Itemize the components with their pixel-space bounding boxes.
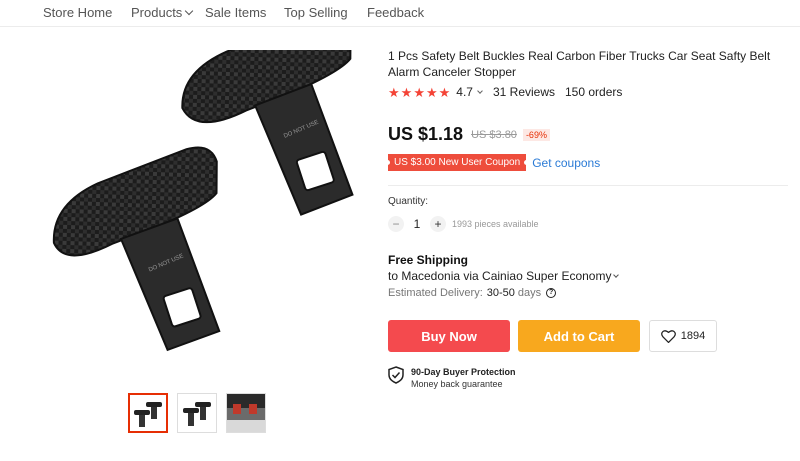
shield-icon [388, 366, 404, 384]
rating-value[interactable]: 4.7 [456, 85, 473, 99]
back-buckle: DO NOT USE [181, 12, 354, 216]
store-nav: Store Home Products Sale Items Top Selli… [0, 0, 800, 27]
thumbnail-2[interactable] [177, 393, 217, 433]
star-icon: ★ [413, 84, 425, 100]
nav-feedback[interactable]: Feedback [367, 5, 424, 20]
divider [388, 185, 788, 186]
price-row: US $1.18 US $3.80 -69% [388, 124, 550, 145]
chevron-down-icon[interactable] [477, 87, 483, 94]
delivery-unit: days [517, 287, 542, 299]
quantity-label: Quantity: [388, 196, 429, 207]
nav-products[interactable]: Products [131, 5, 194, 20]
star-icon: ★ [425, 84, 438, 100]
star-icon: ★ [400, 84, 413, 100]
buy-now-button[interactable]: Buy Now [388, 320, 510, 352]
delivery-label: Estimated Delivery: [388, 287, 483, 299]
quantity-input[interactable]: 1 [404, 217, 430, 231]
delivery-days: 30-50 [486, 287, 515, 299]
shipping-destination-label: to Macedonia via Cainiao Super Economy [388, 269, 612, 283]
new-user-coupon[interactable]: US $3.00 New User Coupon [384, 154, 530, 171]
nav-store-home[interactable]: Store Home [43, 5, 112, 20]
add-to-cart-button[interactable]: Add to Cart [518, 320, 640, 352]
chevron-down-icon [185, 6, 194, 16]
heart-icon [660, 329, 676, 343]
discount-badge: -69% [522, 128, 550, 141]
thumbnail-1[interactable] [128, 393, 168, 433]
nav-top-selling[interactable]: Top Selling [284, 5, 348, 20]
coupon-row: US $3.00 New User Coupon Get coupons [384, 154, 600, 171]
nav-products-label: Products [131, 5, 183, 20]
estimated-delivery: Estimated Delivery: 30-50 days ? [388, 287, 557, 299]
quantity-increase-button[interactable]: + [430, 216, 446, 232]
product-title: 1 Pcs Safety Belt Buckles Real Carbon Fi… [388, 49, 771, 79]
original-price: US $3.80 [471, 128, 517, 141]
wishlist-button[interactable]: 1894 [649, 320, 717, 352]
shipping-title: Free Shipping [388, 253, 469, 267]
product-main-image[interactable]: DO NOT USE DO NOT USE [30, 12, 360, 360]
thumbnail-3[interactable] [226, 393, 266, 433]
get-coupons-link[interactable]: Get coupons [532, 156, 600, 170]
orders-count: 150 orders [565, 85, 623, 99]
quantity-stepper: − 1 + 1993 pieces available [388, 216, 539, 232]
current-price: US $1.18 [388, 124, 464, 144]
buyer-protection-text: 90-Day Buyer Protection Money back guara… [411, 366, 516, 390]
star-icon: ★ [388, 84, 400, 100]
help-icon[interactable]: ? [546, 288, 557, 298]
wishlist-count: 1894 [680, 330, 706, 342]
shipping-destination[interactable]: to Macedonia via Cainiao Super Economy [388, 269, 620, 283]
buyer-protection: 90-Day Buyer Protection Money back guara… [388, 366, 516, 390]
pieces-available: 1993 pieces available [452, 219, 539, 229]
rating-row: ★ ★ ★ ★ ★ 4.7 31 Reviews 150 orders [388, 84, 622, 100]
front-buckle: DO NOT USE [52, 146, 221, 352]
quantity-decrease-button[interactable]: − [388, 216, 404, 232]
protection-subtitle: Money back guarantee [411, 379, 503, 389]
reviews-link[interactable]: 31 Reviews [493, 85, 555, 99]
chevron-down-icon [613, 272, 620, 278]
rating-stars: ★ ★ ★ ★ ★ [388, 86, 450, 99]
nav-sale-items[interactable]: Sale Items [205, 5, 266, 20]
star-icon: ★ [438, 84, 451, 100]
protection-title: 90-Day Buyer Protection [411, 367, 516, 377]
